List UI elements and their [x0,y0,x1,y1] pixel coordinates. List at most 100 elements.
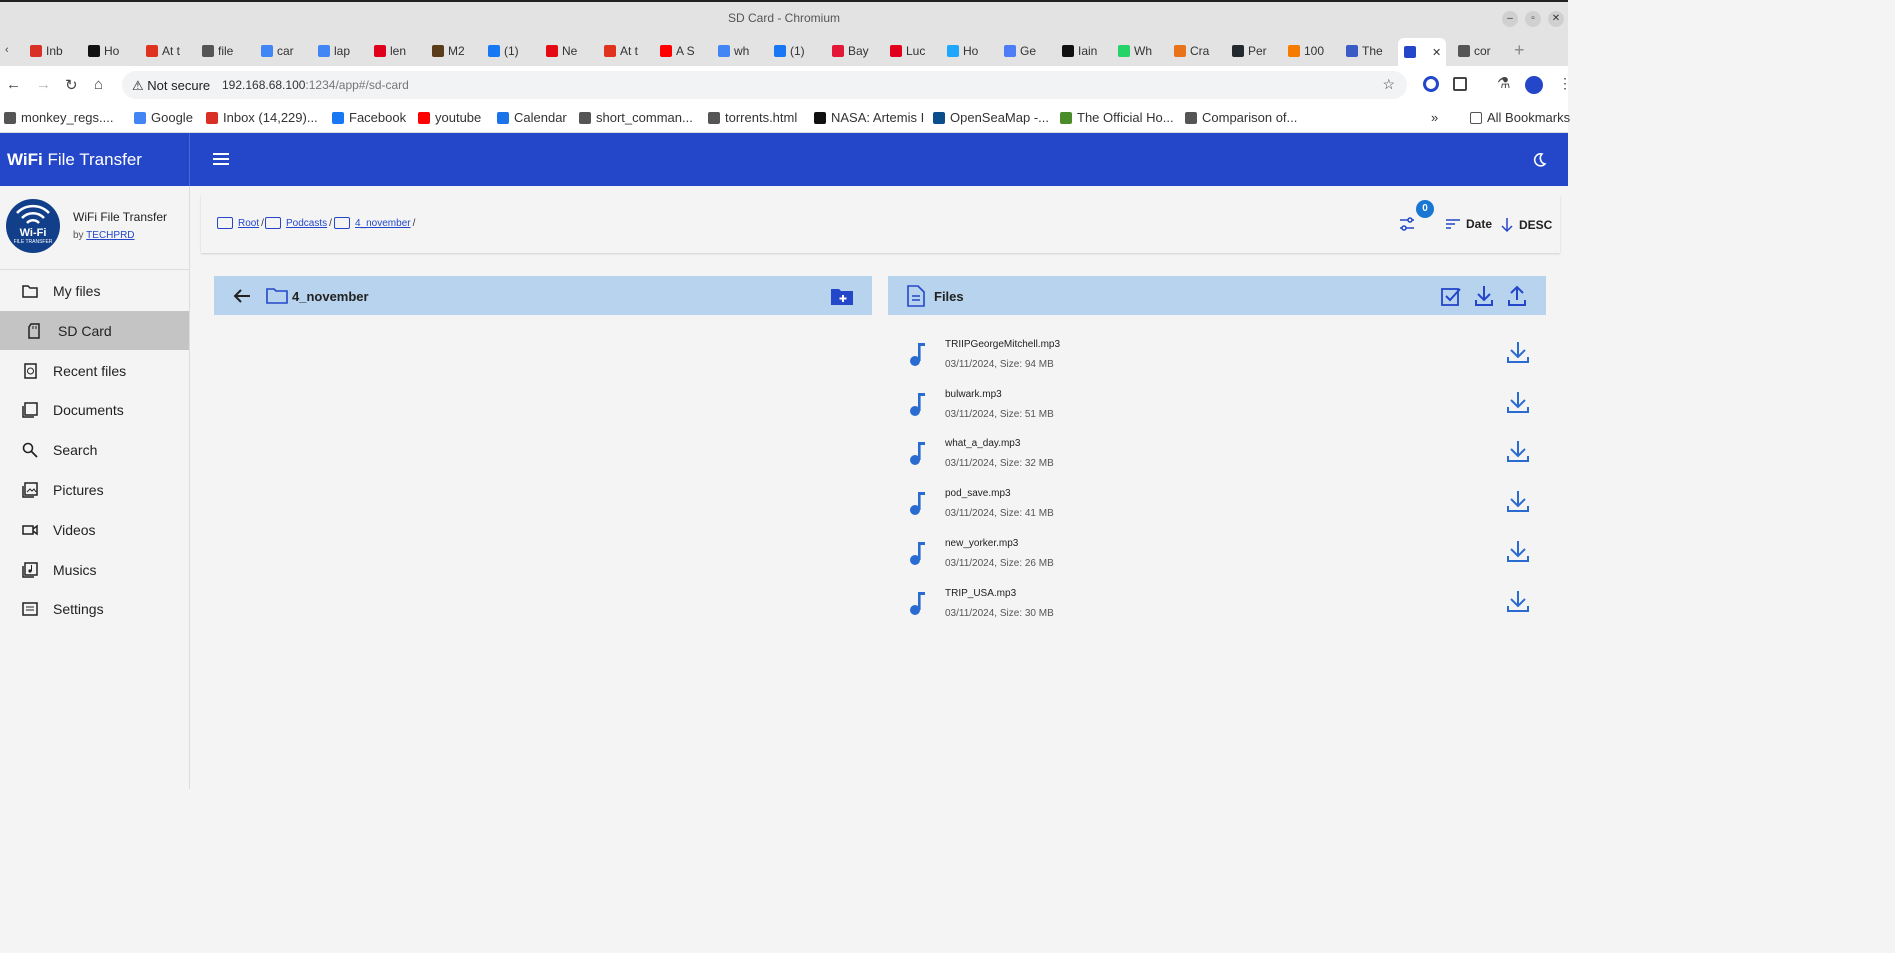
browser-tab[interactable]: Bay [832,40,880,62]
browser-tab[interactable]: At t [146,40,194,62]
browser-tab[interactable]: car [261,40,309,62]
breadcrumb-link[interactable]: Podcasts [286,218,327,229]
sort-order-button[interactable]: DESC [1501,217,1552,233]
download-icon[interactable] [1506,539,1530,563]
bookmark-item[interactable]: monkey_regs.... [4,110,114,125]
chrome-menu-icon[interactable]: ⋮ [1558,75,1572,92]
file-row[interactable]: what_a_day.mp3 03/11/2024, Size: 32 MB [905,434,1545,484]
browser-tab[interactable]: cor [1458,40,1506,62]
tab-list-chevron-icon[interactable]: ‹ [5,44,9,56]
browser-tab[interactable]: M2 [432,40,480,62]
browser-tab[interactable]: Ho [947,40,995,62]
bookmarks-overflow-button[interactable]: » [1431,110,1438,125]
dark-mode-moon-icon[interactable] [1531,152,1547,168]
sidebar-item-pictures[interactable]: Pictures [0,470,189,509]
browser-tab[interactable]: Ho [88,40,136,62]
bookmark-item[interactable]: youtube [418,110,481,125]
bookmark-item[interactable]: Google [134,110,193,125]
download-icon[interactable] [1506,390,1530,414]
breadcrumb-link[interactable]: 4_november [355,218,411,229]
tab-favicon-icon [374,45,386,57]
browser-tab[interactable]: The [1346,40,1394,62]
upload-icon[interactable] [1507,285,1527,307]
tab-favicon-icon [1062,45,1074,57]
browser-tab[interactable]: Cra [1174,40,1222,62]
browser-tab[interactable]: A S [660,40,708,62]
file-row[interactable]: new_yorker.mp3 03/11/2024, Size: 26 MB [905,534,1545,584]
omnibox[interactable]: ⚠ Not secure 192.168.68.100:1234/app#/sd… [122,71,1407,99]
bookmark-item[interactable]: Calendar [497,110,567,125]
file-row[interactable]: TRIIPGeorgeMitchell.mp3 03/11/2024, Size:… [905,335,1545,385]
breadcrumb-link[interactable]: Root [238,218,259,229]
bookmark-item[interactable]: OpenSeaMap -... [933,110,1049,125]
bookmark-item[interactable]: The Official Ho... [1060,110,1174,125]
bookmark-star-icon[interactable]: ☆ [1382,76,1395,93]
breadcrumb-item[interactable]: 4_november / [334,217,415,229]
sidebar-item-videos[interactable]: Videos [0,510,189,549]
breadcrumb-item[interactable]: Root / [217,217,264,229]
file-row[interactable]: pod_save.mp3 03/11/2024, Size: 41 MB [905,484,1545,534]
download-icon[interactable] [1506,439,1530,463]
download-icon[interactable] [1506,340,1530,364]
download-icon[interactable] [1506,589,1530,613]
all-bookmarks-button[interactable]: All Bookmarks [1470,110,1570,125]
new-folder-icon[interactable] [830,288,854,306]
browser-tab[interactable]: Inb [30,40,78,62]
extension-icon[interactable] [1423,76,1439,92]
breadcrumb-item[interactable]: Podcasts / [265,217,332,229]
bookmark-item[interactable]: torrents.html [708,110,797,125]
bookmark-item[interactable]: Facebook [332,110,406,125]
back-arrow-icon[interactable] [233,289,251,303]
browser-tab[interactable]: len [374,40,422,62]
url-text[interactable]: 192.168.68.100:1234/app#/sd-card [222,78,409,92]
sidebar-item-my-files[interactable]: My files [0,271,189,310]
author-link[interactable]: TECHPRD [86,230,134,241]
browser-tab[interactable]: (1) [774,40,822,62]
download-all-icon[interactable] [1474,285,1494,307]
labs-flask-icon[interactable]: ⚗ [1497,74,1510,92]
sidebar-item-settings[interactable]: Settings [0,589,189,628]
browser-tab[interactable]: At t [604,40,652,62]
sidebar-item-recent-files[interactable]: Recent files [0,351,189,390]
sidebar-item-sd-card[interactable]: SD Card [0,310,189,350]
bookmark-item[interactable]: Comparison of... [1185,110,1297,125]
bookmark-item[interactable]: NASA: Artemis I [814,110,924,125]
file-row[interactable]: TRIP_USA.mp3 03/11/2024, Size: 30 MB [905,584,1545,634]
minimize-button[interactable]: – [1502,11,1518,27]
filter-sliders-icon[interactable] [1399,217,1415,231]
browser-tab[interactable]: Ge [1004,40,1052,62]
sidebar-item-search[interactable]: Search [0,430,189,469]
bookmark-item[interactable]: short_comman... [579,110,693,125]
download-icon[interactable] [1506,489,1530,513]
bookmark-item[interactable]: Inbox (14,229)... [206,110,318,125]
close-tab-icon[interactable]: ✕ [1432,46,1441,59]
browser-tab[interactable]: ✕ [1398,38,1446,66]
forward-nav-icon[interactable]: → [36,76,51,93]
browser-tab[interactable]: 100 [1288,40,1336,62]
browser-tab[interactable]: Ne [546,40,594,62]
reload-icon[interactable]: ↻ [65,76,78,94]
music-note-icon [910,442,925,466]
home-icon[interactable]: ⌂ [94,76,103,93]
select-all-checkbox-icon[interactable] [1440,285,1462,307]
close-window-button[interactable]: ✕ [1548,11,1564,27]
hamburger-menu-icon[interactable] [213,153,229,168]
sidebar-item-documents[interactable]: Documents [0,390,189,429]
maximize-button[interactable]: ▫ [1525,11,1541,27]
browser-tab[interactable]: wh [718,40,766,62]
browser-tab[interactable]: Luc [890,40,938,62]
sort-field-button[interactable]: Date [1446,217,1492,231]
browser-tab[interactable]: lap [318,40,366,62]
browser-tab[interactable]: (1) [488,40,536,62]
profile-avatar[interactable] [1525,76,1543,94]
back-nav-icon[interactable]: ← [6,76,21,93]
file-row[interactable]: bulwark.mp3 03/11/2024, Size: 51 MB [905,385,1545,435]
browser-tab[interactable]: Iain [1062,40,1110,62]
extensions-puzzle-icon[interactable] [1453,77,1467,91]
sidebar-item-musics[interactable]: Musics [0,550,189,589]
not-secure-label[interactable]: ⚠ Not secure [132,78,210,94]
browser-tab[interactable]: Wh [1118,40,1166,62]
new-tab-button[interactable]: + [1514,40,1525,61]
browser-tab[interactable]: Per [1232,40,1280,62]
browser-tab[interactable]: file [202,40,250,62]
